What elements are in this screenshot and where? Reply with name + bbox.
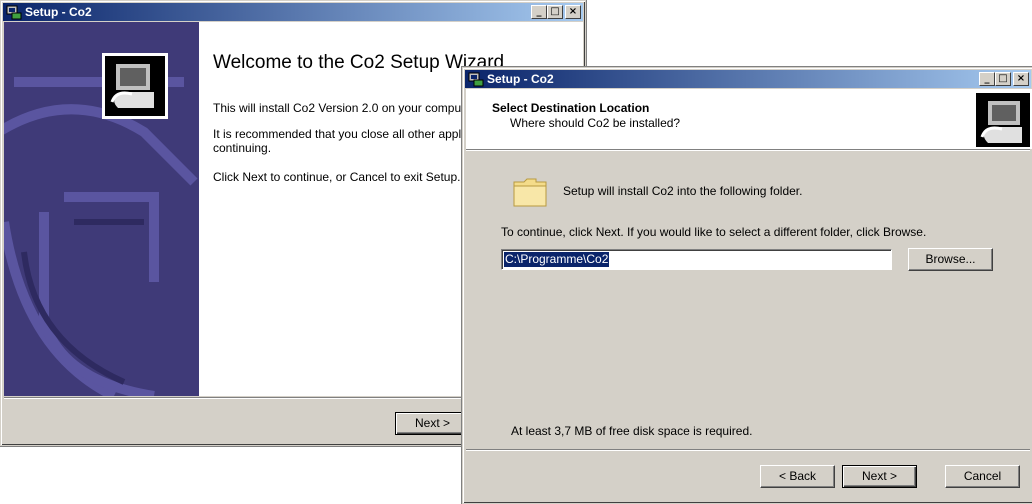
page-heading: Select Destination Location [492,101,650,115]
maximize-button[interactable]: □ [547,5,563,19]
maximize-button[interactable]: □ [995,72,1011,86]
cancel-button-label: Cancel [963,469,1002,483]
setup-computer-icon [976,93,1030,147]
setup-app-icon [6,5,22,20]
minimize-button[interactable]: _ [979,72,995,86]
browse-button-label: Browse... [925,252,976,266]
next-button-label: Next > [414,416,450,430]
next-button[interactable]: Next > [842,465,917,488]
browse-button[interactable]: Browse... [908,248,993,271]
wizard-header: Select Destination Location Where should… [466,89,1032,149]
wizard-banner-graphic [4,22,199,396]
window-title: Setup - Co2 [25,5,92,19]
setup-app-icon [468,72,484,87]
back-button[interactable]: < Back [760,465,835,488]
cancel-button[interactable]: Cancel [945,465,1020,488]
destination-path-input[interactable]: C:\Programme\Co2 [501,249,892,270]
folder-icon [513,178,547,207]
minimize-button[interactable]: _ [531,5,547,19]
setup-computer-icon [110,64,154,108]
close-button[interactable]: × [1013,72,1029,86]
title-bar[interactable]: Setup - Co2 _ □ × [3,3,583,21]
folder-info-text: Setup will install Co2 into the followin… [563,184,803,198]
destination-wizard-window: Setup - Co2 _ □ × Select Destination Loc… [462,67,1032,504]
back-button-label: < Back [778,469,817,483]
title-bar[interactable]: Setup - Co2 _ □ × [465,70,1031,88]
header-separator [466,149,1030,151]
window-title: Setup - Co2 [487,72,554,86]
next-button-label: Next > [861,469,897,483]
disk-space-text: At least 3,7 MB of free disk space is re… [511,424,753,438]
close-button[interactable]: × [565,5,581,19]
wizard-side-image [4,22,199,396]
welcome-heading: Welcome to the Co2 Setup Wizard [213,52,505,73]
destination-path-value: C:\Programme\Co2 [504,252,610,267]
instruction-text: To continue, click Next. If you would li… [501,225,927,239]
page-subheading: Where should Co2 be installed? [510,116,681,130]
button-area-separator [466,449,1030,451]
next-button[interactable]: Next > [395,412,470,435]
